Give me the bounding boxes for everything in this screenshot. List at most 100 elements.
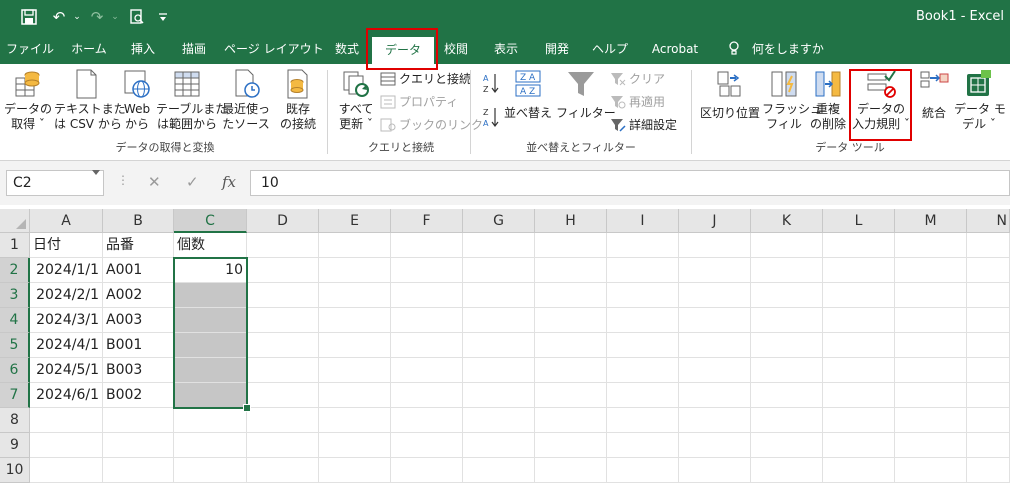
cell-n1[interactable] — [967, 233, 1010, 258]
tab-help[interactable]: ヘルプ — [586, 34, 634, 64]
row-header-8[interactable]: 8 — [0, 408, 30, 433]
cell-n4[interactable] — [967, 308, 1010, 333]
column-header-l[interactable]: L — [823, 209, 895, 233]
save-icon[interactable] — [18, 6, 40, 28]
name-box-dropdown-icon[interactable] — [92, 170, 100, 175]
cell-j4[interactable] — [679, 308, 751, 333]
advanced-filter-button[interactable]: 詳細設定 — [610, 116, 677, 134]
cell-j8[interactable] — [679, 408, 751, 433]
enter-icon[interactable]: ✓ — [186, 173, 199, 191]
cell-m10[interactable] — [895, 458, 967, 483]
cell-e8[interactable] — [319, 408, 391, 433]
cell-a10[interactable] — [30, 458, 103, 483]
cell-n9[interactable] — [967, 433, 1010, 458]
cell-d7[interactable] — [247, 383, 319, 408]
cell-f4[interactable] — [391, 308, 463, 333]
column-header-d[interactable]: D — [247, 209, 319, 233]
cell-e1[interactable] — [319, 233, 391, 258]
cell-l3[interactable] — [823, 283, 895, 308]
cell-a5[interactable]: 2024/4/1 — [30, 333, 103, 358]
cell-f6[interactable] — [391, 358, 463, 383]
column-header-k[interactable]: K — [751, 209, 823, 233]
cell-l9[interactable] — [823, 433, 895, 458]
cell-l7[interactable] — [823, 383, 895, 408]
cell-f9[interactable] — [391, 433, 463, 458]
column-header-m[interactable]: M — [895, 209, 967, 233]
cell-n3[interactable] — [967, 283, 1010, 308]
cell-a7[interactable]: 2024/6/1 — [30, 383, 103, 408]
cell-g1[interactable] — [463, 233, 535, 258]
tab-review[interactable]: 校閲 — [436, 34, 476, 64]
filter-button[interactable]: フィルター — [556, 68, 616, 121]
cell-d9[interactable] — [247, 433, 319, 458]
cell-n2[interactable] — [967, 258, 1010, 283]
more-options-icon[interactable]: ⋮ — [117, 173, 129, 187]
cell-g3[interactable] — [463, 283, 535, 308]
cell-d8[interactable] — [247, 408, 319, 433]
cell-m6[interactable] — [895, 358, 967, 383]
cell-j7[interactable] — [679, 383, 751, 408]
cell-d3[interactable] — [247, 283, 319, 308]
row-header-7[interactable]: 7 — [0, 383, 30, 408]
data-model-button[interactable]: データ モ デル ˇ — [954, 68, 1006, 132]
cell-k3[interactable] — [751, 283, 823, 308]
cell-c9[interactable] — [174, 433, 247, 458]
cell-e2[interactable] — [319, 258, 391, 283]
row-header-6[interactable]: 6 — [0, 358, 30, 383]
cell-k2[interactable] — [751, 258, 823, 283]
cell-i3[interactable] — [607, 283, 679, 308]
tab-draw[interactable]: 描画 — [170, 34, 218, 64]
cell-m8[interactable] — [895, 408, 967, 433]
properties-button[interactable]: プロパティ — [380, 93, 458, 111]
cell-n8[interactable] — [967, 408, 1010, 433]
sort-a-to-z-button[interactable]: AZ — [482, 74, 503, 94]
cell-n6[interactable] — [967, 358, 1010, 383]
cell-i2[interactable] — [607, 258, 679, 283]
cell-i9[interactable] — [607, 433, 679, 458]
cell-b3[interactable]: A002 — [103, 283, 174, 308]
cell-f5[interactable] — [391, 333, 463, 358]
cell-i1[interactable] — [607, 233, 679, 258]
cell-e6[interactable] — [319, 358, 391, 383]
row-header-1[interactable]: 1 — [0, 233, 30, 258]
column-header-n[interactable]: N — [967, 209, 1010, 233]
cell-i10[interactable] — [607, 458, 679, 483]
cell-b8[interactable] — [103, 408, 174, 433]
column-header-c[interactable]: C — [174, 209, 247, 233]
cell-n10[interactable] — [967, 458, 1010, 483]
sort-z-to-a-button[interactable]: ZA — [482, 108, 503, 128]
cell-m5[interactable] — [895, 333, 967, 358]
cell-c4[interactable] — [174, 308, 247, 333]
column-header-j[interactable]: J — [679, 209, 751, 233]
cell-h6[interactable] — [535, 358, 607, 383]
cell-h8[interactable] — [535, 408, 607, 433]
cell-c8[interactable] — [174, 408, 247, 433]
cell-j10[interactable] — [679, 458, 751, 483]
cell-k7[interactable] — [751, 383, 823, 408]
cell-i7[interactable] — [607, 383, 679, 408]
cell-g10[interactable] — [463, 458, 535, 483]
row-header-9[interactable]: 9 — [0, 433, 30, 458]
tab-file[interactable]: ファイル — [2, 34, 58, 64]
cell-j1[interactable] — [679, 233, 751, 258]
text-to-columns-button[interactable]: 区切り位置 — [700, 68, 760, 121]
cell-e10[interactable] — [319, 458, 391, 483]
cell-l10[interactable] — [823, 458, 895, 483]
row-header-10[interactable]: 10 — [0, 458, 30, 483]
column-header-e[interactable]: E — [319, 209, 391, 233]
insert-function-icon[interactable]: fx — [222, 173, 236, 191]
cell-h9[interactable] — [535, 433, 607, 458]
cell-d2[interactable] — [247, 258, 319, 283]
cell-m4[interactable] — [895, 308, 967, 333]
cell-k1[interactable] — [751, 233, 823, 258]
cell-b9[interactable] — [103, 433, 174, 458]
cell-m1[interactable] — [895, 233, 967, 258]
cell-f10[interactable] — [391, 458, 463, 483]
cell-c6[interactable] — [174, 358, 247, 383]
row-header-4[interactable]: 4 — [0, 308, 30, 333]
cell-a9[interactable] — [30, 433, 103, 458]
queries-connections-button[interactable]: クエリと接続 — [380, 70, 471, 88]
column-header-g[interactable]: G — [463, 209, 535, 233]
cell-f2[interactable] — [391, 258, 463, 283]
cell-h2[interactable] — [535, 258, 607, 283]
